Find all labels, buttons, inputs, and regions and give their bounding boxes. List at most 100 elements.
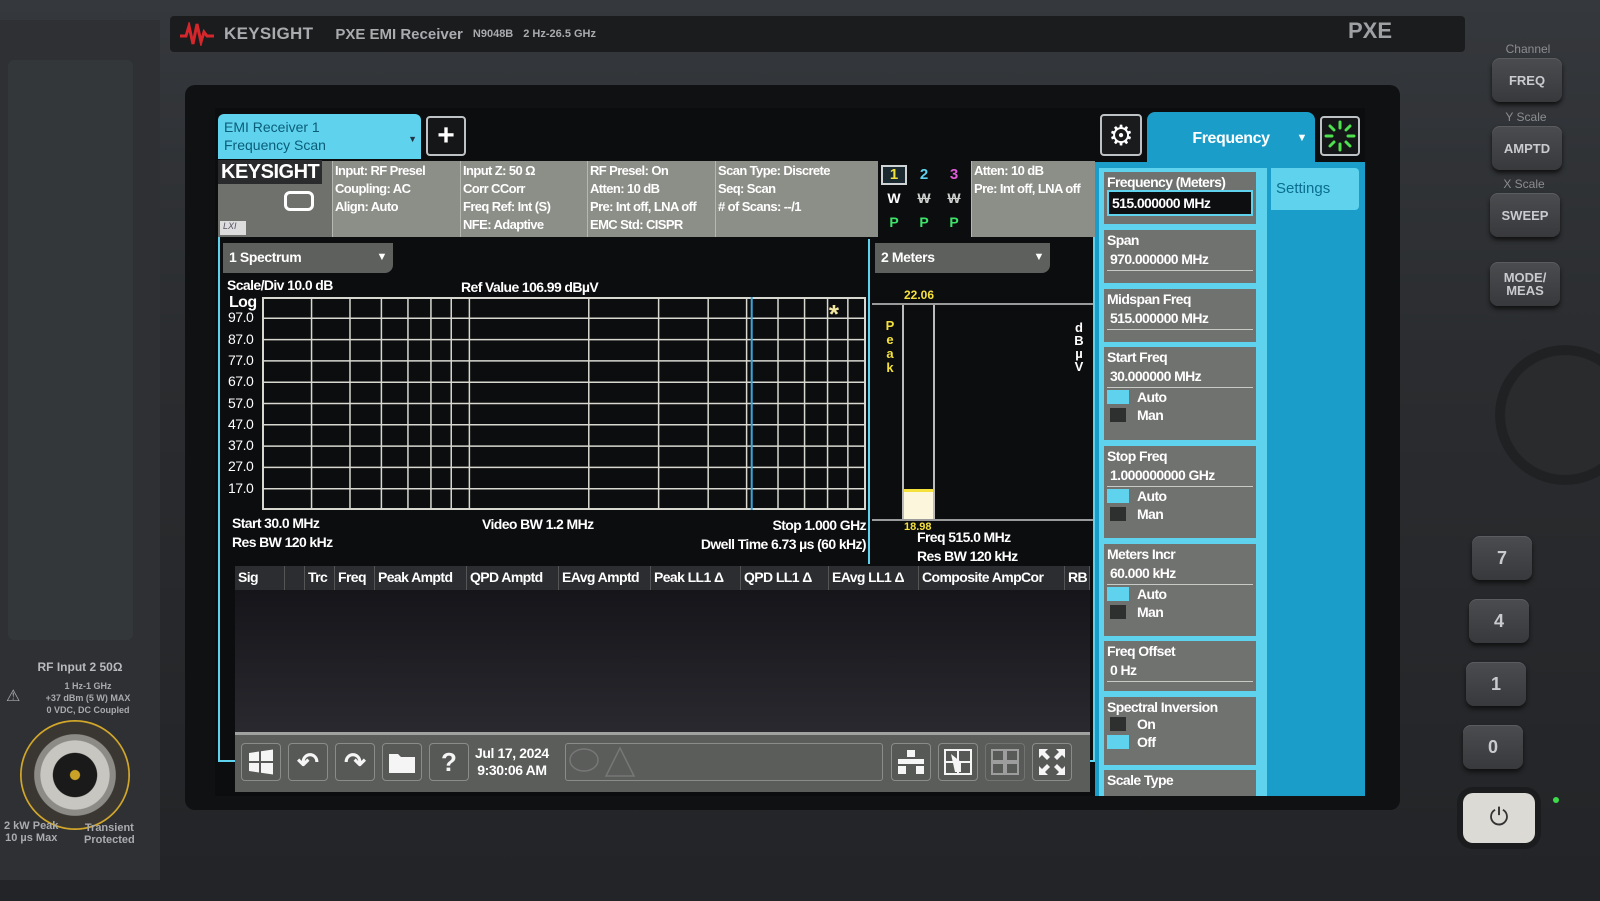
softkey-frequency-meters[interactable]: Frequency (Meters) 515.000000 MHz [1104,172,1256,224]
softkey-value[interactable]: 0 Hz [1107,659,1253,682]
table-column-header[interactable]: QPD Amptd [467,566,559,590]
softkey-spectral-inversion[interactable]: Spectral Inversion On Off [1104,697,1256,765]
numkey-0[interactable]: 0 [1463,725,1523,769]
info-impedance-col[interactable]: Input Z: 50 Ω Corr CCorr Freq Ref: Int (… [460,161,587,237]
radio-option-off[interactable]: Off [1107,733,1253,751]
softkey-meters-incr[interactable]: Meters Incr 60.000 kHz Auto Man [1104,544,1256,636]
trace-1-number[interactable]: 1 [881,165,907,185]
table-column-header[interactable]: RB [1065,566,1090,590]
softkey-label: Freq Offset [1107,643,1176,659]
warning-triangle-icon: ⚠ [6,688,21,705]
dwell-time-label: Dwell Time 6.73 µs (60 kHz) [700,536,867,552]
softkey-freq-offset[interactable]: Freq Offset 0 Hz [1104,641,1256,691]
softkey-value[interactable]: 1.000000000 GHz [1107,464,1253,487]
redo-button[interactable]: ↷ [335,743,375,781]
frequency-menu-tab[interactable]: Frequency ▼ [1147,112,1315,164]
info-presel-col[interactable]: RF Presel: On Atten: 10 dB Pre: Int off,… [587,161,715,237]
spectrum-window[interactable]: 1 Spectrum ▼ Scale/Div 10.0 dB Ref Value… [220,239,870,564]
undo-button[interactable]: ↶ [288,743,328,781]
radio-option-auto[interactable]: Auto [1107,585,1253,603]
table-column-header[interactable]: EAvg Amptd [559,566,651,590]
numkey-4[interactable]: 4 [1469,599,1529,643]
softkey-value[interactable]: 60.000 kHz [1107,562,1253,585]
windows-button[interactable] [241,743,281,781]
radio-option-auto[interactable]: Auto [1107,388,1253,406]
trace-2-number[interactable]: 2 [911,165,937,185]
softkey-label: Meters Incr [1107,546,1176,562]
info-line: NFE: Adaptive [463,217,544,232]
softkey-start-freq[interactable]: Start Freq 30.000000 MHz Auto Man [1104,347,1256,440]
rf-input-connector[interactable] [20,720,130,830]
trace-indicator[interactable]: 1 2 3 W W W P P P [878,161,971,237]
freq-hardkey[interactable]: FREQ [1492,58,1562,102]
table-column-header[interactable]: Peak Amptd [375,566,467,590]
settings-tab[interactable]: Settings [1271,168,1359,210]
table-column-header[interactable]: Peak LL1 Δ [651,566,741,590]
softkey-value[interactable]: 970.000000 MHz [1107,248,1253,271]
mode-meas-hardkey[interactable]: MODE/ MEAS [1490,262,1560,306]
table-column-header[interactable]: EAvg LL1 Δ [829,566,919,590]
softkey-span[interactable]: Span 970.000000 MHz [1104,230,1256,283]
play-icon[interactable] [284,191,314,211]
signal-list-table[interactable]: Sig Trc Freq Peak Amptd QPD Amptd EAvg Amptd P… [235,566,1090,756]
sweep-hardkey[interactable]: SWEEP [1490,193,1560,237]
softkey-scale-type[interactable]: Scale Type [1104,770,1256,796]
table-header: Sig Trc Freq Peak Amptd QPD Amptd EAvg Amptd P… [235,566,1090,590]
table-column-header[interactable]: Freq [335,566,375,590]
table-column-header[interactable]: Sig [235,566,285,590]
spectrum-window-menu[interactable]: 1 Spectrum ▼ [223,243,393,273]
numkey-1[interactable]: 1 [1466,662,1526,706]
trace-1-detector: P [889,214,899,230]
settings-gear-button[interactable]: ⚙ [1100,114,1142,156]
add-screen-button[interactable]: + [426,116,466,156]
message-status-icons [569,746,636,777]
touch-select-button[interactable] [938,743,978,781]
table-column-header[interactable]: Trc [305,566,335,590]
trace-3-number[interactable]: 3 [941,165,967,185]
layout-tree-button[interactable] [891,743,931,781]
radio-unselected-indicator [1110,717,1126,731]
info-line: Input Z: 50 Ω [463,163,536,178]
file-button[interactable] [382,743,422,781]
softkey-midspan-freq[interactable]: Midspan Freq 515.000000 MHz [1104,289,1256,342]
softkey-value[interactable]: 30.000000 MHz [1107,365,1253,388]
multi-window-button[interactable] [985,743,1025,781]
maximize-button[interactable] [1032,743,1072,781]
radio-option-auto[interactable]: Auto [1107,487,1253,505]
numkey-7[interactable]: 7 [1472,536,1532,580]
softkey-value[interactable]: 515.000000 MHz [1107,307,1253,330]
info-line: # of Scans: --/1 [718,199,801,214]
radio-selected-indicator [1107,390,1129,404]
info-line: Coupling: AC [335,181,411,196]
radio-option-man[interactable]: Man [1107,505,1253,523]
radio-option-man[interactable]: Man [1107,603,1253,621]
info-line: Pre: Int off, LNA off [590,199,697,214]
info-atten-col[interactable]: Atten: 10 dB Pre: Int off, LNA off [971,161,1095,237]
spectrum-grid[interactable]: * [262,297,866,510]
note-line: Protected [84,834,135,846]
info-scan-col[interactable]: Scan Type: Discrete Seq: Scan # of Scans… [715,161,878,237]
power-button[interactable]: ⏻ [1463,793,1535,843]
message-area[interactable] [565,743,883,781]
meters-window[interactable]: 2 Meters ▼ 22.06 18.98 Peak dBµV Freq 51… [872,239,1093,564]
app-mode-tab[interactable]: EMI Receiver 1 Frequency Scan ▼ [218,114,421,159]
note-line: 2 kW Peak [4,820,59,832]
info-input-col[interactable]: Input: RF Presel Coupling: AC Align: Aut… [332,161,460,237]
softkey-stop-freq[interactable]: Stop Freq 1.000000000 GHz Auto Man [1104,446,1256,538]
meters-window-menu[interactable]: 2 Meters ▼ [875,243,1050,273]
amptd-hardkey[interactable]: AMPTD [1492,126,1562,170]
table-column-header[interactable]: Composite AmpCor [919,566,1065,590]
help-icon: ? [441,746,457,777]
table-column-header[interactable]: QPD LL1 Δ [741,566,829,590]
radio-option-on[interactable]: On [1107,715,1253,733]
info-line: Atten: 10 dB [974,163,1044,178]
table-body[interactable] [235,590,1090,740]
table-column-header[interactable] [285,566,305,590]
softkey-value[interactable]: 515.000000 MHz [1107,190,1253,216]
power-led [1553,797,1559,803]
radio-option-man[interactable]: Man [1107,406,1253,424]
marker-asterisk: * [829,299,840,329]
radio-unselected-indicator [1110,408,1126,422]
help-button[interactable]: ? [429,743,469,781]
y-tick-label: 27.0 [228,458,254,475]
